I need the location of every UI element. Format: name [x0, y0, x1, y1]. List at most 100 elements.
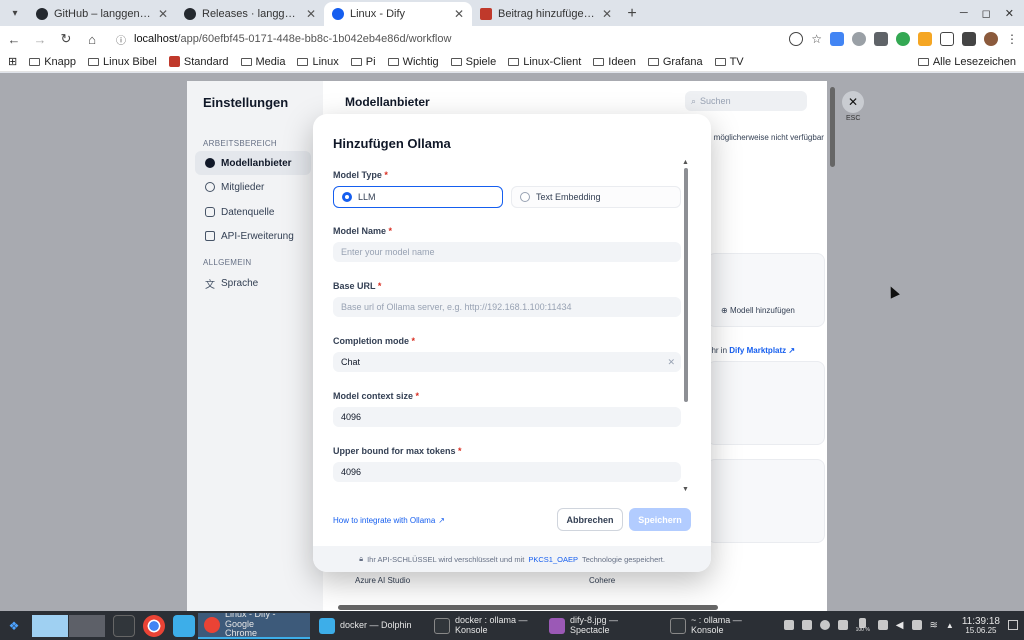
- new-tab-icon[interactable]: +: [620, 2, 644, 26]
- bookmark-folder[interactable]: Standard: [168, 56, 229, 68]
- required-marker: *: [384, 170, 388, 180]
- search-input[interactable]: ⌕ Suchen: [685, 91, 807, 111]
- sidebar-item-members[interactable]: Mitglieder: [195, 175, 311, 199]
- notifications-icon[interactable]: [877, 620, 888, 631]
- extension-icon[interactable]: [918, 32, 932, 46]
- add-model-button[interactable]: ⊕ Modell hinzufügen: [721, 306, 795, 315]
- provider-card[interactable]: [707, 459, 825, 543]
- all-bookmarks[interactable]: Alle Lesezeichen: [917, 56, 1016, 68]
- window-close-icon[interactable]: ✕: [1005, 7, 1014, 20]
- pkcs-link[interactable]: PKCS1_OAEP: [528, 555, 578, 564]
- tray-expand-icon[interactable]: ▲: [946, 621, 954, 630]
- desktop-2[interactable]: [69, 614, 105, 637]
- horizontal-scrollbar[interactable]: [338, 605, 718, 610]
- task-dolphin[interactable]: docker — Dolphin: [313, 613, 425, 639]
- menu-icon[interactable]: ⋮: [1006, 32, 1018, 46]
- bookmark-folder[interactable]: Grafana: [647, 56, 703, 68]
- clear-icon[interactable]: ✕: [667, 357, 675, 368]
- sidebar-item-data-source[interactable]: Datenquelle: [195, 200, 311, 224]
- bookmark-folder[interactable]: Knapp: [29, 56, 76, 68]
- model-type-text-embedding[interactable]: Text Embedding: [511, 186, 681, 208]
- app-launcher-icon[interactable]: ❖: [0, 619, 28, 633]
- profile-avatar[interactable]: [984, 32, 998, 46]
- context-size-input[interactable]: 4096: [333, 407, 681, 427]
- updates-icon[interactable]: [783, 620, 794, 631]
- bookmark-folder[interactable]: TV: [714, 56, 744, 68]
- maximize-icon[interactable]: ◻: [982, 7, 991, 20]
- media-icon[interactable]: [962, 32, 976, 46]
- sidebar-item-language[interactable]: 文 Sprache: [195, 271, 311, 295]
- browser-tab[interactable]: Releases · langgenius/dify ✕: [176, 2, 324, 26]
- files-app-icon[interactable]: [173, 614, 195, 637]
- forward-icon[interactable]: →: [32, 32, 48, 47]
- close-icon[interactable]: ✕: [454, 7, 464, 21]
- back-icon[interactable]: ←: [6, 32, 22, 47]
- integration-help-link[interactable]: How to integrate with Ollama ↗: [333, 516, 445, 525]
- notes-icon[interactable]: [837, 620, 848, 631]
- puzzle-icon[interactable]: [940, 32, 954, 46]
- bookmark-folder[interactable]: Wichtig: [387, 56, 439, 68]
- page-scrollbar[interactable]: [830, 87, 835, 167]
- browser-tab[interactable]: Beitrag hinzufügen ‹ Linux ✕: [472, 2, 620, 26]
- tab-search-icon[interactable]: ▾: [4, 2, 26, 24]
- close-settings-button[interactable]: ✕: [842, 91, 864, 113]
- chrome-app-icon[interactable]: [143, 614, 165, 637]
- bookmark-folder[interactable]: Spiele: [450, 56, 496, 68]
- task-konsole-home[interactable]: ~ : ollama — Konsole: [664, 613, 776, 639]
- extension-icon[interactable]: [852, 32, 866, 46]
- cancel-button[interactable]: Abbrechen: [557, 508, 623, 531]
- model-name-input[interactable]: Enter your model name: [333, 242, 681, 262]
- sidebar-item-model-provider[interactable]: Modellanbieter: [195, 151, 311, 175]
- battery-indicator[interactable]: 100 %: [856, 617, 870, 633]
- close-icon[interactable]: ✕: [306, 7, 316, 21]
- site-info-icon[interactable]: ⓘ: [116, 32, 126, 47]
- minimize-icon[interactable]: ─: [960, 7, 968, 20]
- star-icon[interactable]: ☆: [811, 32, 822, 46]
- bookmark-folder[interactable]: Pi: [350, 56, 376, 68]
- apps-icon[interactable]: ⊞: [8, 55, 17, 68]
- dialog-scrollbar[interactable]: [684, 168, 688, 402]
- clipboard-icon[interactable]: [801, 620, 812, 631]
- terminal-app-icon[interactable]: [113, 614, 135, 637]
- show-desktop-icon[interactable]: [1008, 620, 1018, 631]
- address-input[interactable]: ⓘ localhost/app/60efbf45-0171-448e-bb8c-…: [110, 32, 779, 47]
- model-type-llm[interactable]: LLM: [333, 186, 503, 208]
- provider-card[interactable]: [707, 361, 825, 445]
- marketplace-link[interactable]: Dify Marktplatz ↗: [729, 346, 795, 355]
- bookmark-folder[interactable]: Linux-Client: [508, 56, 581, 68]
- browser-tab-active[interactable]: Linux - Dify ✕: [324, 2, 472, 26]
- save-button[interactable]: Speichern: [629, 508, 691, 531]
- close-icon[interactable]: ✕: [158, 7, 168, 21]
- bookmark-folder[interactable]: Media: [240, 56, 285, 68]
- bluetooth-icon[interactable]: [911, 620, 922, 631]
- extension-icon[interactable]: [874, 32, 888, 46]
- wifi-icon[interactable]: ≋: [930, 620, 938, 631]
- completion-mode-select[interactable]: Chat ✕: [333, 352, 681, 372]
- close-icon[interactable]: ✕: [602, 7, 612, 21]
- task-konsole-ollama[interactable]: docker : ollama — Konsole: [428, 613, 540, 639]
- volume-icon[interactable]: ◀: [896, 620, 904, 631]
- task-chrome[interactable]: Linux - Dify - Google Chrome: [198, 612, 310, 639]
- translate-extension-icon[interactable]: [830, 32, 844, 46]
- bookmark-folder[interactable]: Ideen: [593, 56, 636, 68]
- provider-card[interactable]: [707, 253, 825, 327]
- clock[interactable]: 11:39:18 15.06.25: [962, 616, 1000, 636]
- browser-tab[interactable]: GitHub – langgenius/dify: F ✕: [28, 2, 176, 26]
- task-spectacle[interactable]: dify-8.jpg — Spectacle: [543, 613, 661, 639]
- settings-sidebar: Einstellungen ARBEITSBEREICH Modellanbie…: [187, 81, 323, 611]
- extension-icon[interactable]: [896, 32, 910, 46]
- reload-icon[interactable]: ↻: [58, 31, 74, 47]
- desktop-1[interactable]: [32, 614, 68, 637]
- home-icon[interactable]: ⌂: [84, 32, 100, 47]
- scroll-up-icon[interactable]: ▲: [682, 159, 689, 166]
- members-icon: [205, 182, 215, 192]
- base-url-input[interactable]: Base url of Ollama server, e.g. http://1…: [333, 297, 681, 317]
- media-player-icon[interactable]: [819, 620, 830, 631]
- sidebar-item-api-extension[interactable]: API-Erweiterung: [195, 224, 311, 248]
- bookmark-folder[interactable]: Linux: [297, 56, 339, 68]
- label-text: Model Type: [333, 170, 382, 180]
- key-icon[interactable]: [789, 32, 804, 46]
- max-tokens-input[interactable]: 4096: [333, 462, 681, 482]
- bookmark-folder[interactable]: Linux Bibel: [88, 56, 157, 68]
- scroll-down-icon[interactable]: ▼: [682, 486, 689, 493]
